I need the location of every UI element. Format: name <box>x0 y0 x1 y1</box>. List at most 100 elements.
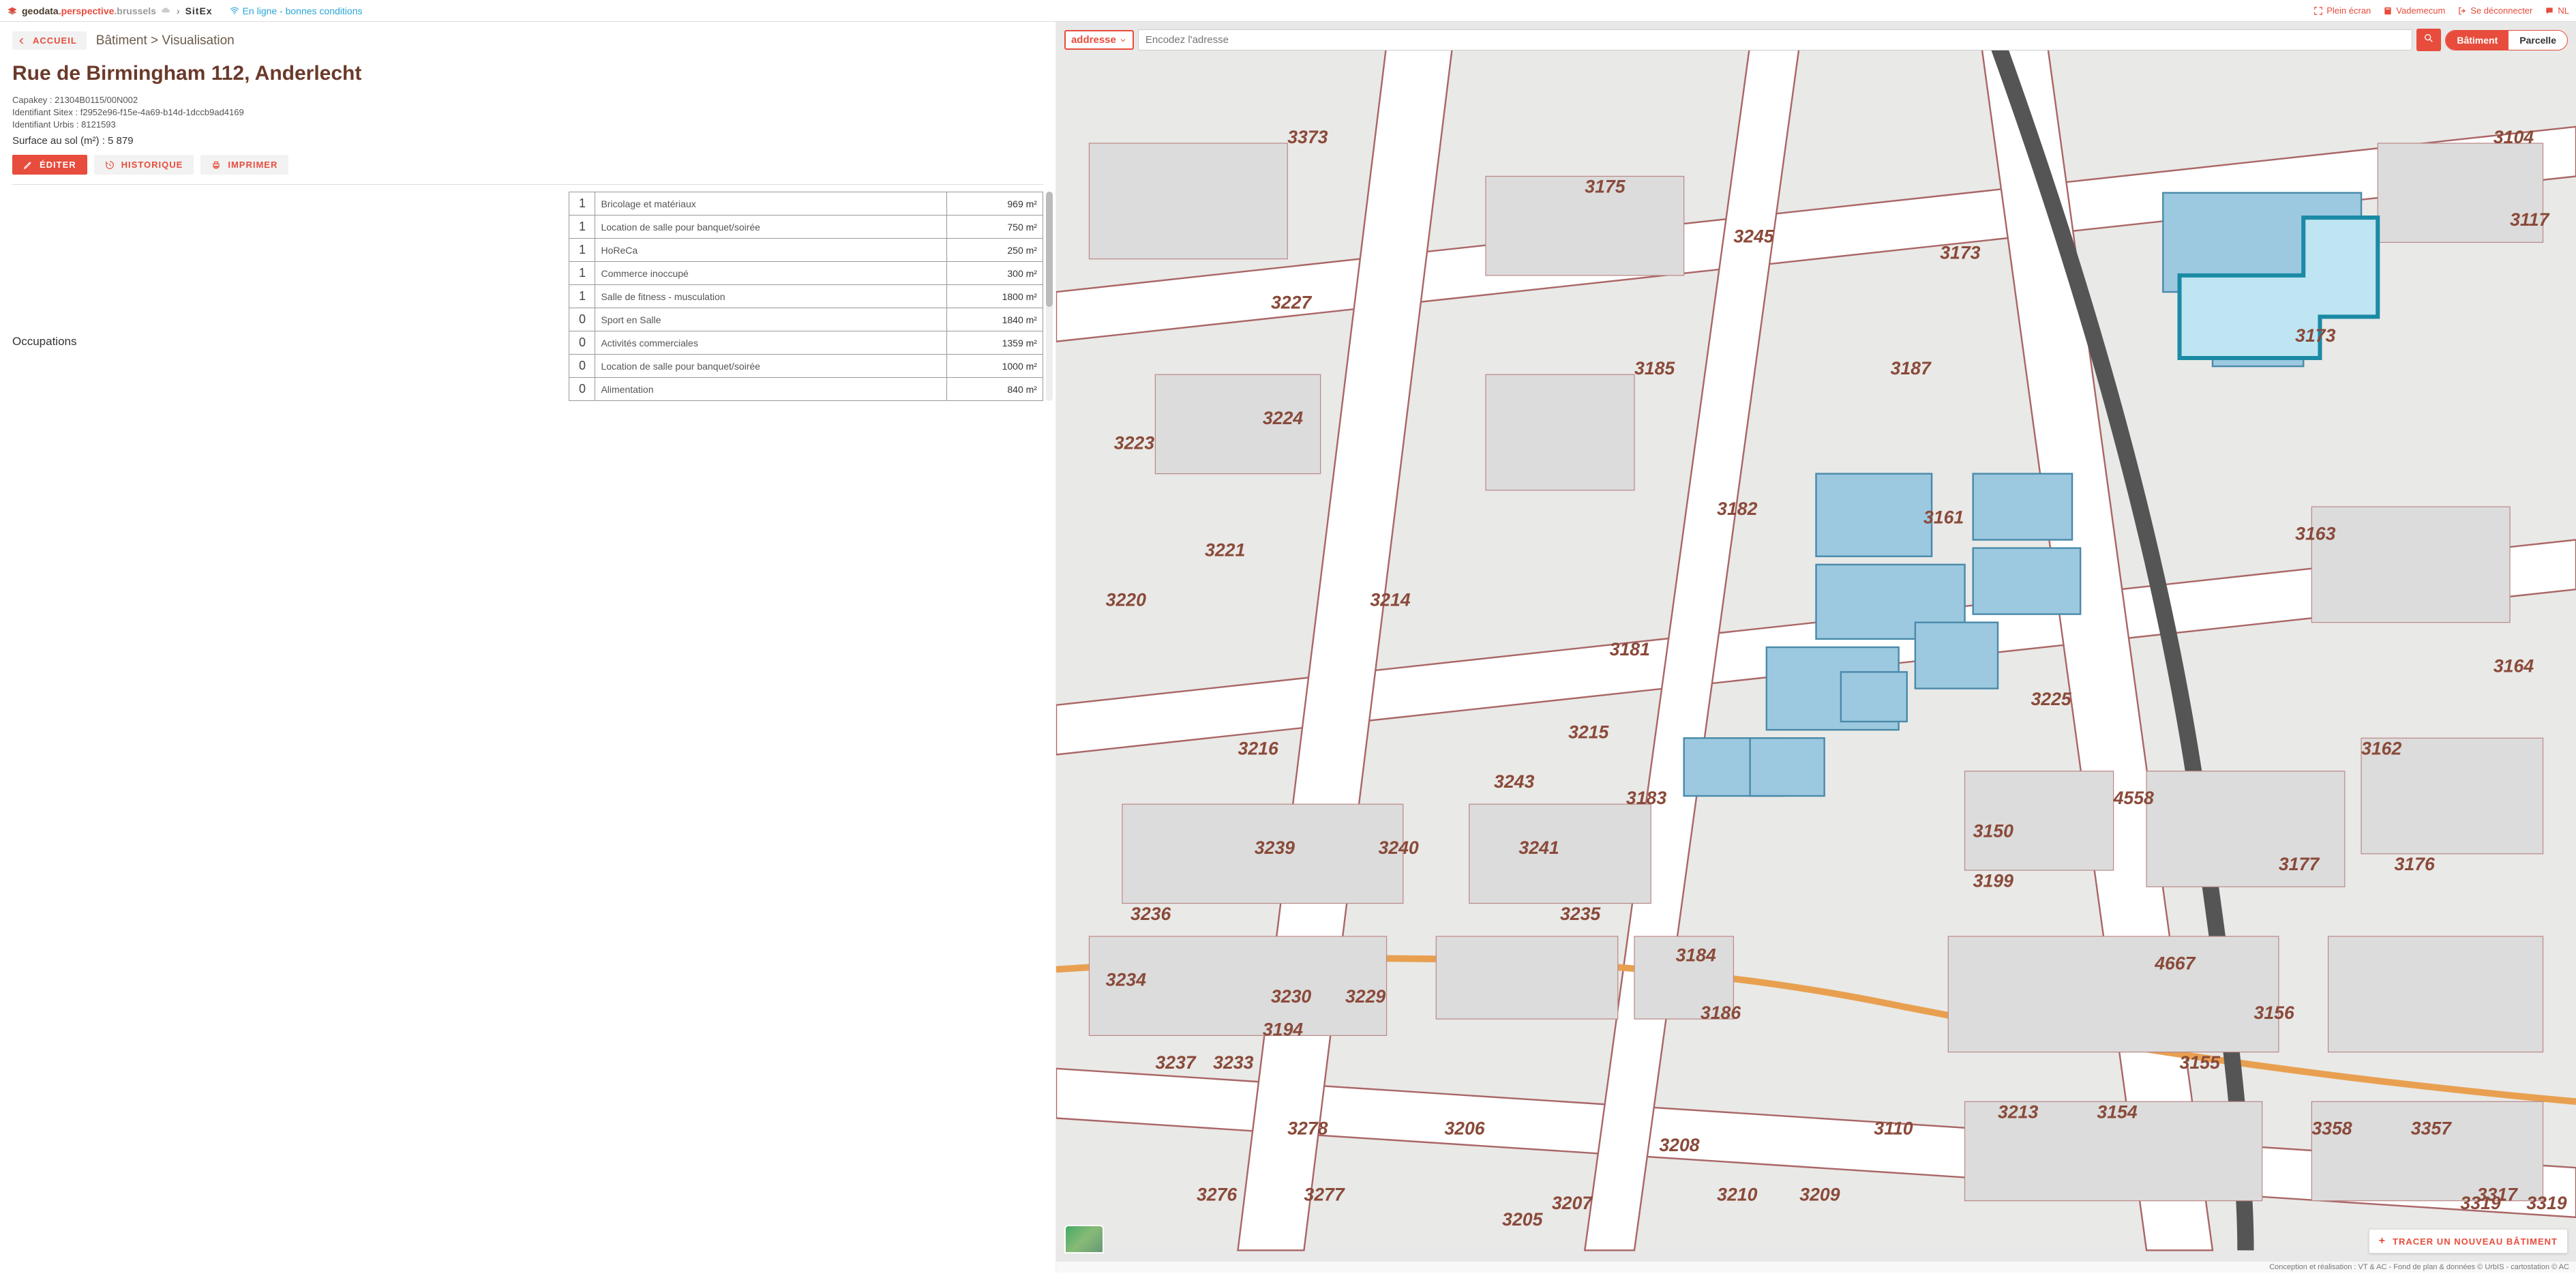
app-header: geodata.perspective.brussels › SitEx En … <box>0 0 2576 22</box>
table-row[interactable]: 0Activités commerciales1359 m² <box>569 331 1043 355</box>
parcel-label: 3233 <box>1213 1052 1253 1073</box>
table-row[interactable]: 0Alimentation840 m² <box>569 378 1043 401</box>
sitex-id-line: Identifiant Sitex : f2952e96-f15e-4a69-b… <box>12 107 1043 117</box>
occupations-table: 1Bricolage et matériaux969 m²1Location d… <box>569 192 1043 401</box>
parcel-label: 3207 <box>1552 1193 1593 1213</box>
parcel-label: 3150 <box>1973 821 2013 842</box>
chevron-down-icon <box>1119 36 1127 44</box>
occupations-label: Occupations <box>12 192 569 348</box>
chat-icon <box>2545 6 2554 16</box>
chevron-icon: › <box>177 5 180 16</box>
parcel-label: 3221 <box>1205 540 1245 561</box>
table-row[interactable]: 1Bricolage et matériaux969 m² <box>569 192 1043 216</box>
parcel-label: 3199 <box>1973 870 2013 891</box>
breadcrumb: Bâtiment > Visualisation <box>96 33 235 48</box>
logout-icon <box>2457 6 2467 16</box>
parcel-label: 3224 <box>1263 408 1303 428</box>
page-title: Rue de Birmingham 112, Anderlecht <box>12 62 1043 85</box>
parcel-label: 3187 <box>1891 358 1932 379</box>
edit-button[interactable]: ÉDITER <box>12 155 87 175</box>
parcel-label: 3176 <box>2394 854 2434 874</box>
language-switch[interactable]: NL <box>2545 5 2569 16</box>
parcel-label: 3223 <box>1114 432 1154 453</box>
parcel-label: 3117 <box>2510 209 2549 230</box>
back-button[interactable]: ACCUEIL <box>12 31 87 50</box>
table-row[interactable]: 1Commerce inoccupé300 m² <box>569 262 1043 285</box>
parcel-label: 3235 <box>1560 904 1601 924</box>
parcel-label: 3317 <box>2477 1185 2518 1205</box>
map-canvas[interactable]: 3373 3104 3175 3245 3173 3117 3227 3185 3187 3173… <box>1056 22 2576 1273</box>
parcel-label: 3206 <box>1444 1118 1484 1139</box>
parcel-label: 3162 <box>2361 738 2401 758</box>
parcel-label: 3181 <box>1610 639 1650 659</box>
parcel-label: 3240 <box>1378 837 1418 858</box>
parcel-label: 3156 <box>2254 1003 2294 1023</box>
app-name: SitEx <box>185 5 213 16</box>
parcel-label: 3236 <box>1130 904 1171 924</box>
search-mode-select[interactable]: addresse <box>1064 30 1134 50</box>
print-icon <box>211 160 221 170</box>
parcel-label: 3276 <box>1197 1185 1237 1205</box>
parcel-label: 3164 <box>2493 655 2534 676</box>
logout-button[interactable]: Se déconnecter <box>2457 5 2532 16</box>
history-button[interactable]: HISTORIQUE <box>94 155 194 175</box>
wifi-icon <box>230 6 239 16</box>
parcel-label: 3173 <box>2295 325 2335 346</box>
parcel-label: 3230 <box>1271 986 1311 1007</box>
urbis-id-line: Identifiant Urbis : 8121593 <box>12 119 1043 130</box>
parcel-label: 3175 <box>1585 177 1626 197</box>
parcel-label: 3319 <box>2526 1193 2566 1213</box>
parcel-label: 3161 <box>1923 507 1964 527</box>
search-icon <box>2423 33 2434 44</box>
parcel-label: 3205 <box>1502 1209 1543 1230</box>
parcel-label: 3213 <box>1998 1102 2038 1123</box>
parcel-label: 3241 <box>1518 837 1559 858</box>
parcel-label: 3208 <box>1659 1135 1699 1155</box>
parcel-label: 3185 <box>1634 358 1675 379</box>
parcel-label: 3373 <box>1287 127 1328 147</box>
table-row[interactable]: 1Salle de fitness - musculation1800 m² <box>569 285 1043 308</box>
toggle-parcel[interactable]: Parcelle <box>2508 31 2567 50</box>
table-row[interactable]: 1Location de salle pour banquet/soirée75… <box>569 216 1043 239</box>
parcel-label: 3234 <box>1106 970 1146 990</box>
trace-building-button[interactable]: + TRACER UN NOUVEAU BÂTIMENT <box>2369 1229 2568 1253</box>
header-actions: Plein écran Vademecum Se déconnecter NL <box>2313 5 2569 16</box>
toggle-building[interactable]: Bâtiment <box>2446 31 2508 50</box>
vademecum-button[interactable]: Vademecum <box>2383 5 2445 16</box>
logo: geodata.perspective.brussels <box>7 5 171 16</box>
book-icon <box>2383 6 2393 16</box>
parcel-label: 3194 <box>1263 1019 1303 1039</box>
plus-icon: + <box>2379 1235 2386 1247</box>
parcel-label: 3210 <box>1717 1185 1757 1205</box>
parcel-label: 4667 <box>2154 953 2196 973</box>
parcel-label: 3216 <box>1238 738 1278 758</box>
parcel-label: 3229 <box>1345 986 1386 1007</box>
layer-toggle: Bâtiment Parcelle <box>2445 30 2568 50</box>
parcel-label: 3225 <box>2031 689 2071 709</box>
table-row[interactable]: 1HoReCa250 m² <box>569 239 1043 262</box>
parcel-label: 3227 <box>1271 292 1312 312</box>
map-panel: addresse Bâtiment Parcelle <box>1056 22 2576 1273</box>
search-button[interactable] <box>2416 29 2441 51</box>
parcel-label: 3215 <box>1568 722 1609 742</box>
table-scrollbar[interactable] <box>1046 192 1053 401</box>
chevron-left-icon <box>18 37 26 45</box>
parcel-label: 3182 <box>1717 499 1757 519</box>
fullscreen-button[interactable]: Plein écran <box>2313 5 2371 16</box>
parcel-label: 3110 <box>1874 1118 1913 1139</box>
address-input[interactable] <box>1138 29 2413 50</box>
parcel-label: 4558 <box>2113 788 2154 808</box>
parcel-label: 3173 <box>1940 243 1980 263</box>
parcel-label: 3243 <box>1494 771 1534 792</box>
pencil-icon <box>23 160 33 170</box>
parcel-label: 3104 <box>2493 127 2534 147</box>
parcel-label: 3184 <box>1676 945 1716 965</box>
parcel-label: 3209 <box>1799 1185 1840 1205</box>
basemap-thumbnail[interactable] <box>1064 1225 1104 1253</box>
print-button[interactable]: IMPRIMER <box>200 155 288 175</box>
table-row[interactable]: 0Location de salle pour banquet/soirée10… <box>569 355 1043 378</box>
table-row[interactable]: 0Sport en Salle1840 m² <box>569 308 1043 331</box>
details-panel: ACCUEIL Bâtiment > Visualisation Rue de … <box>0 22 1056 1273</box>
parcel-label: 3245 <box>1733 226 1774 246</box>
parcel-label: 3155 <box>2180 1052 2221 1073</box>
